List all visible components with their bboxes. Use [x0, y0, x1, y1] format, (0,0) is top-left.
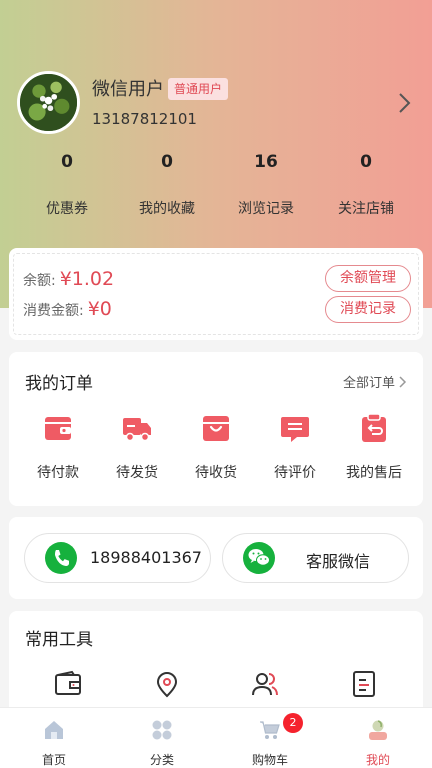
balance-label: 余额:: [23, 273, 56, 289]
tools-title: 常用工具: [25, 630, 93, 650]
comment-icon: [281, 417, 309, 442]
user-phone: 13187812101: [92, 110, 197, 128]
service-wechat-label: 客服微信: [306, 552, 371, 571]
package-icon: [203, 416, 229, 441]
bottom-tab-bar: 首页 分类 购物车 2 我的: [0, 707, 432, 768]
truck-icon: [123, 418, 151, 442]
orders-title: 我的订单: [25, 374, 93, 394]
chevron-right-icon[interactable]: [394, 90, 414, 116]
stat-coupons[interactable]: 0 优惠券: [17, 150, 117, 218]
username: 微信用户: [92, 79, 164, 100]
return-icon: [362, 413, 386, 442]
tab-label: 我的: [365, 753, 390, 767]
stat-followed-shops[interactable]: 0 关注店铺: [316, 150, 416, 218]
order-pending-review[interactable]: 待评价: [255, 412, 335, 482]
orders-card: 我的订单 全部订单 待付款 待发货 待收货 待评价 我的售后: [9, 352, 423, 506]
stat-favorites[interactable]: 0 我的收藏: [117, 150, 217, 218]
all-orders-link[interactable]: 全部订单: [343, 372, 407, 391]
stat-history[interactable]: 16 浏览记录: [216, 150, 316, 218]
consumption-records-button[interactable]: 消费记录: [325, 296, 411, 323]
service-phone: 18988401367: [90, 548, 202, 567]
stat-label: 关注店铺: [338, 201, 394, 217]
profile-icon: [369, 720, 387, 740]
tab-label: 分类: [149, 753, 174, 767]
tab-profile[interactable]: 我的: [324, 708, 432, 768]
stat-label: 浏览记录: [238, 201, 294, 217]
order-label: 待评价: [274, 465, 316, 481]
order-label: 待发货: [116, 465, 158, 481]
order-label: 待收货: [195, 465, 237, 481]
cart-count-badge: 2: [283, 713, 303, 733]
order-label: 待付款: [37, 465, 79, 481]
all-orders-label: 全部订单: [342, 376, 395, 391]
stat-value: 0: [161, 152, 173, 172]
cart-icon: [260, 721, 280, 739]
tab-label: 购物车: [251, 753, 288, 767]
stat-label: 优惠券: [46, 201, 88, 217]
wallet-icon: [45, 417, 71, 440]
balance-manage-button[interactable]: 余额管理: [325, 265, 411, 292]
stat-value: 0: [61, 152, 73, 172]
phone-icon: [55, 550, 69, 566]
stat-value: 16: [254, 152, 278, 172]
stat-value: 0: [360, 152, 372, 172]
balance-row: 余额: ¥1.02: [23, 268, 114, 290]
order-pending-payment[interactable]: 待付款: [18, 412, 98, 482]
tab-category[interactable]: 分类: [108, 708, 216, 768]
phone-icon-badge: [45, 542, 77, 574]
order-after-sales[interactable]: 我的售后: [334, 412, 414, 482]
balance-value: ¥1.02: [59, 268, 115, 290]
spent-row: 消费金额: ¥0: [23, 298, 112, 320]
contact-card: 18988401367 客服微信: [9, 517, 423, 599]
location-pin-icon[interactable]: [152, 669, 182, 699]
users-icon[interactable]: [250, 669, 280, 699]
order-pending-receipt[interactable]: 待收货: [176, 412, 256, 482]
wechat-contact-button[interactable]: 客服微信: [222, 533, 409, 583]
chevron-right-icon: [399, 375, 407, 388]
wallet-outline-icon[interactable]: [53, 669, 83, 699]
tab-home[interactable]: 首页: [0, 708, 108, 768]
avatar[interactable]: [17, 71, 80, 134]
home-icon: [45, 721, 63, 739]
spent-value: ¥0: [87, 298, 112, 320]
wechat-icon-badge: [243, 542, 275, 574]
spent-label: 消费金额:: [23, 303, 84, 319]
tab-label: 首页: [41, 753, 66, 767]
tools-card: 常用工具: [9, 611, 423, 721]
order-pending-shipment[interactable]: 待发货: [97, 412, 177, 482]
category-icon: [152, 720, 172, 740]
phone-contact-button[interactable]: 18988401367: [24, 533, 211, 583]
tab-cart[interactable]: 购物车 2: [216, 708, 324, 768]
avatar-image: [20, 74, 77, 131]
balance-card: 余额: ¥1.02 消费金额: ¥0 余额管理 消费记录: [9, 248, 423, 340]
ledger-icon[interactable]: [349, 669, 379, 699]
wechat-icon: [248, 549, 270, 566]
order-label: 我的售后: [346, 465, 402, 481]
stat-label: 我的收藏: [139, 201, 195, 217]
member-level-badge: 普通用户: [168, 78, 229, 100]
